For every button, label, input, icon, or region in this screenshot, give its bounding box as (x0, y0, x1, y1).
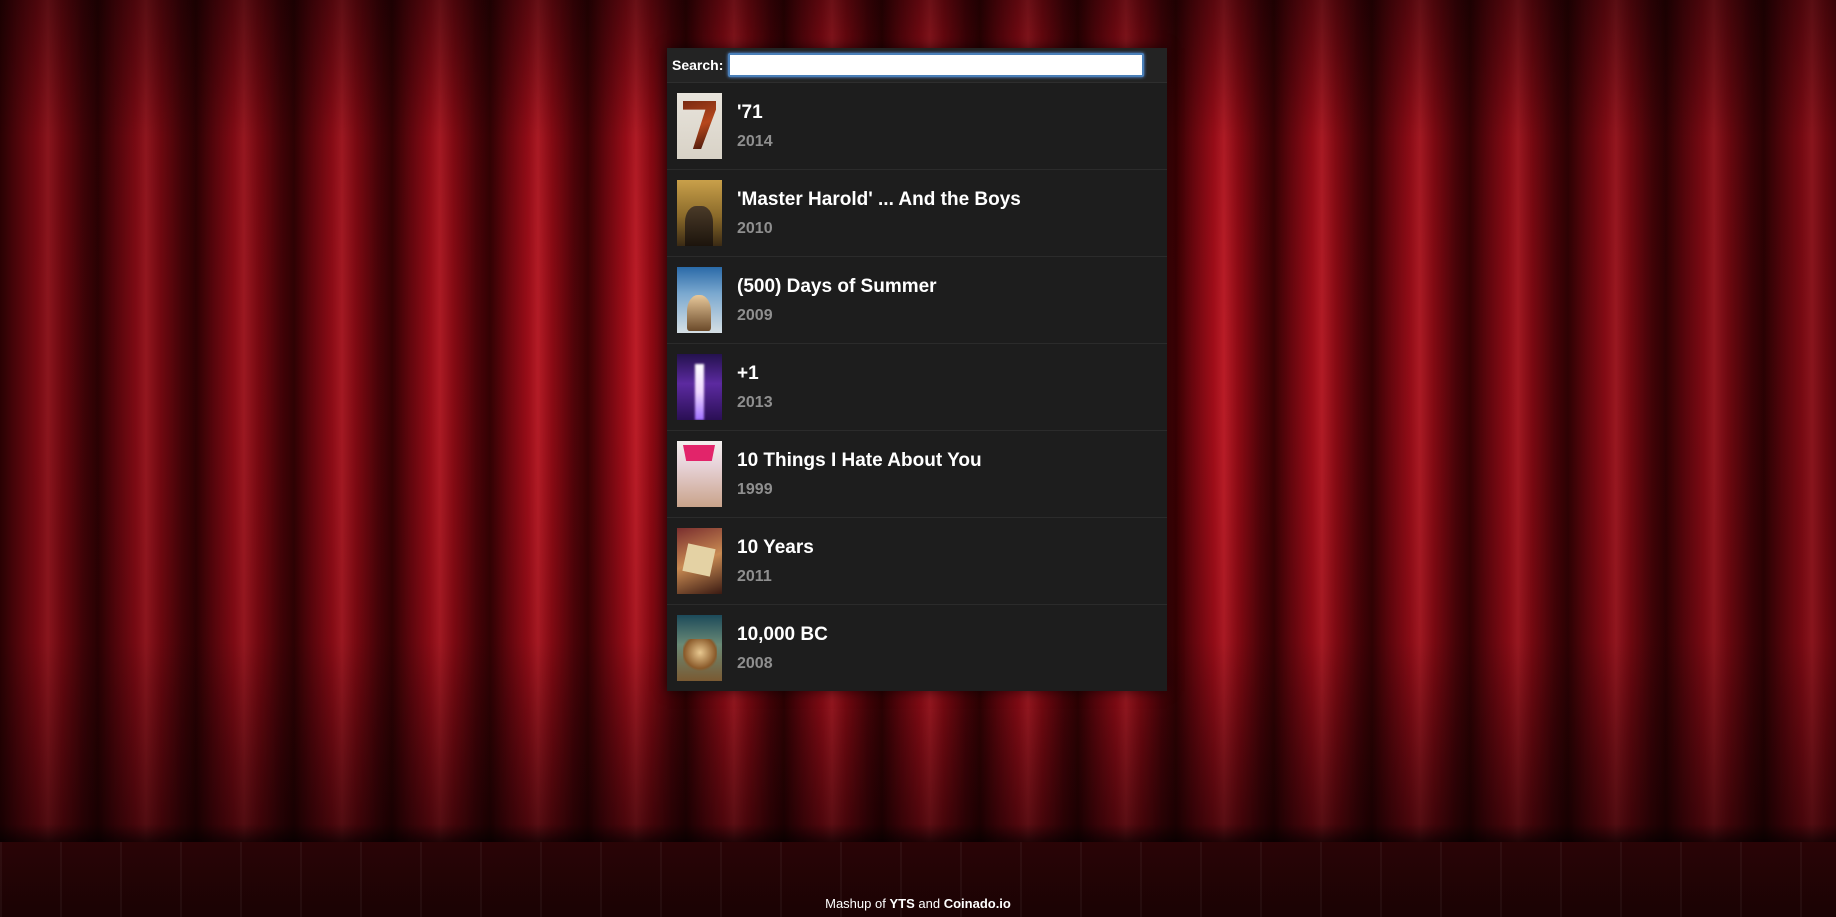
movie-title: +1 (737, 362, 759, 384)
movie-title: 'Master Harold' ... And the Boys (737, 188, 1021, 210)
movie-year: 1999 (737, 480, 773, 498)
movie-item-10-years[interactable]: 10 Years 2011 (667, 518, 1167, 605)
movie-item-71[interactable]: '71 2014 (667, 83, 1167, 170)
movie-poster (677, 615, 722, 681)
search-label: Search: (672, 57, 724, 73)
movie-title: (500) Days of Summer (737, 275, 937, 297)
movie-title: 10,000 BC (737, 623, 828, 645)
footer: Mashup of YTS and Coinado.io (0, 896, 1836, 911)
search-panel: Search: '71 2014 'Master Harold' ... And… (667, 48, 1167, 691)
movie-item-10-things[interactable]: 10 Things I Hate About You 1999 (667, 431, 1167, 518)
movie-poster (677, 528, 722, 594)
movie-poster (677, 441, 722, 507)
movie-title: 10 Years (737, 536, 814, 558)
footer-link-coinado[interactable]: Coinado.io (944, 896, 1011, 911)
movie-item-master-harold[interactable]: 'Master Harold' ... And the Boys 2010 (667, 170, 1167, 257)
movie-item-10000-bc[interactable]: 10,000 BC 2008 (667, 605, 1167, 691)
movie-poster (677, 354, 722, 420)
footer-link-yts[interactable]: YTS (889, 896, 914, 911)
movie-poster (677, 93, 722, 159)
movie-year: 2010 (737, 219, 773, 237)
movie-item-plus-one[interactable]: +1 2013 (667, 344, 1167, 431)
movie-title: '71 (737, 101, 763, 123)
movie-year: 2013 (737, 393, 773, 411)
movie-list: '71 2014 'Master Harold' ... And the Boy… (667, 83, 1167, 691)
movie-year: 2008 (737, 654, 773, 672)
movie-title: 10 Things I Hate About You (737, 449, 982, 471)
movie-year: 2014 (737, 132, 773, 150)
movie-poster (677, 267, 722, 333)
movie-poster (677, 180, 722, 246)
movie-year: 2011 (737, 567, 772, 585)
movie-item-500-days-of-summer[interactable]: (500) Days of Summer 2009 (667, 257, 1167, 344)
footer-conjunction: and (918, 896, 941, 911)
search-input[interactable] (728, 53, 1145, 77)
movie-year: 2009 (737, 306, 773, 324)
search-bar: Search: (667, 48, 1167, 83)
footer-prefix: Mashup of (825, 896, 886, 911)
